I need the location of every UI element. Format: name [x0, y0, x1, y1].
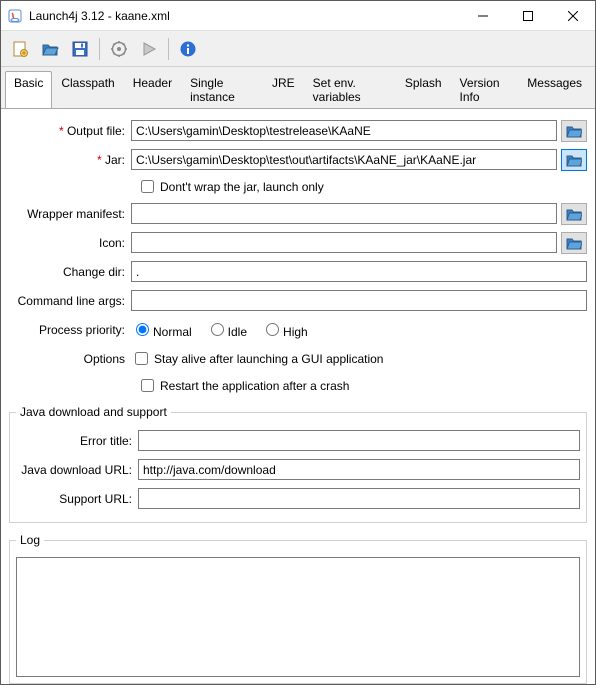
window-controls — [460, 1, 595, 30]
build-button[interactable] — [106, 36, 132, 62]
info-button[interactable] — [175, 36, 201, 62]
toolbar — [1, 31, 595, 67]
tab-classpath[interactable]: Classpath — [52, 71, 123, 109]
restart-checkbox[interactable] — [141, 379, 154, 392]
priority-group: Normal Idle High — [131, 320, 308, 339]
priority-normal[interactable]: Normal — [131, 320, 192, 339]
folder-icon — [566, 207, 582, 221]
window: Launch4j 3.12 - kaane.xml Basic Cla — [0, 0, 596, 685]
cmdline-input[interactable] — [131, 290, 587, 311]
tab-set-env[interactable]: Set env. variables — [304, 71, 396, 109]
app-icon — [7, 8, 23, 24]
icon-browse-button[interactable] — [561, 232, 587, 254]
download-url-input[interactable] — [138, 459, 580, 480]
priority-idle[interactable]: Idle — [206, 320, 247, 339]
tab-messages[interactable]: Messages — [518, 71, 591, 109]
folder-icon — [566, 236, 582, 250]
maximize-button[interactable] — [505, 1, 550, 30]
log-section: Log — [9, 533, 587, 684]
jar-label: * Jar: — [9, 153, 131, 167]
log-legend: Log — [16, 533, 44, 547]
java-download-section: Java download and support Error title: J… — [9, 405, 587, 523]
tab-version-info[interactable]: Version Info — [451, 71, 519, 109]
wrapper-manifest-input[interactable] — [131, 203, 557, 224]
tab-jre[interactable]: JRE — [263, 71, 304, 109]
dont-wrap-checkbox[interactable] — [141, 180, 154, 193]
folder-icon — [566, 124, 582, 138]
stay-alive-checkbox[interactable] — [135, 352, 148, 365]
minimize-button[interactable] — [460, 1, 505, 30]
options-label: Options — [9, 352, 131, 366]
restart-label: Restart the application after a crash — [160, 379, 349, 393]
dont-wrap-label: Dont't wrap the jar, launch only — [160, 180, 324, 194]
cmdline-label: Command line args: — [9, 294, 131, 308]
toolbar-separator — [168, 38, 169, 60]
change-dir-label: Change dir: — [9, 265, 131, 279]
save-button[interactable] — [67, 36, 93, 62]
jar-input[interactable] — [131, 149, 557, 170]
priority-label: Process priority: — [9, 323, 131, 337]
tab-header[interactable]: Header — [124, 71, 181, 109]
titlebar: Launch4j 3.12 - kaane.xml — [1, 1, 595, 31]
tab-splash[interactable]: Splash — [396, 71, 451, 109]
download-url-label: Java download URL: — [16, 463, 138, 477]
wrapper-manifest-label: Wrapper manifest: — [9, 207, 131, 221]
tabs: Basic Classpath Header Single instance J… — [1, 67, 595, 109]
window-title: Launch4j 3.12 - kaane.xml — [29, 9, 460, 23]
tab-content: * Output file: * Jar: Dont't wrap the ja… — [1, 108, 595, 684]
output-file-browse-button[interactable] — [561, 120, 587, 142]
jar-browse-button[interactable] — [561, 149, 587, 171]
toolbar-separator — [99, 38, 100, 60]
priority-normal-radio[interactable] — [136, 323, 149, 336]
output-file-input[interactable] — [131, 120, 557, 141]
log-textarea[interactable] — [16, 557, 580, 677]
wrapper-manifest-browse-button[interactable] — [561, 203, 587, 225]
error-title-input[interactable] — [138, 430, 580, 451]
close-button[interactable] — [550, 1, 595, 30]
support-url-input[interactable] — [138, 488, 580, 509]
icon-input[interactable] — [131, 232, 557, 253]
tab-basic[interactable]: Basic — [5, 71, 52, 109]
priority-high[interactable]: High — [261, 320, 308, 339]
java-download-legend: Java download and support — [16, 405, 171, 419]
open-button[interactable] — [37, 36, 63, 62]
priority-high-radio[interactable] — [266, 323, 279, 336]
priority-idle-radio[interactable] — [211, 323, 224, 336]
icon-label: Icon: — [9, 236, 131, 250]
tab-single-instance[interactable]: Single instance — [181, 71, 263, 109]
stay-alive-option[interactable]: Stay alive after launching a GUI applica… — [131, 349, 383, 368]
new-button[interactable] — [7, 36, 33, 62]
error-title-label: Error title: — [16, 434, 138, 448]
output-file-label: * Output file: — [9, 124, 131, 138]
change-dir-input[interactable] — [131, 261, 587, 282]
folder-icon — [566, 153, 582, 167]
run-button[interactable] — [136, 36, 162, 62]
support-url-label: Support URL: — [16, 492, 138, 506]
